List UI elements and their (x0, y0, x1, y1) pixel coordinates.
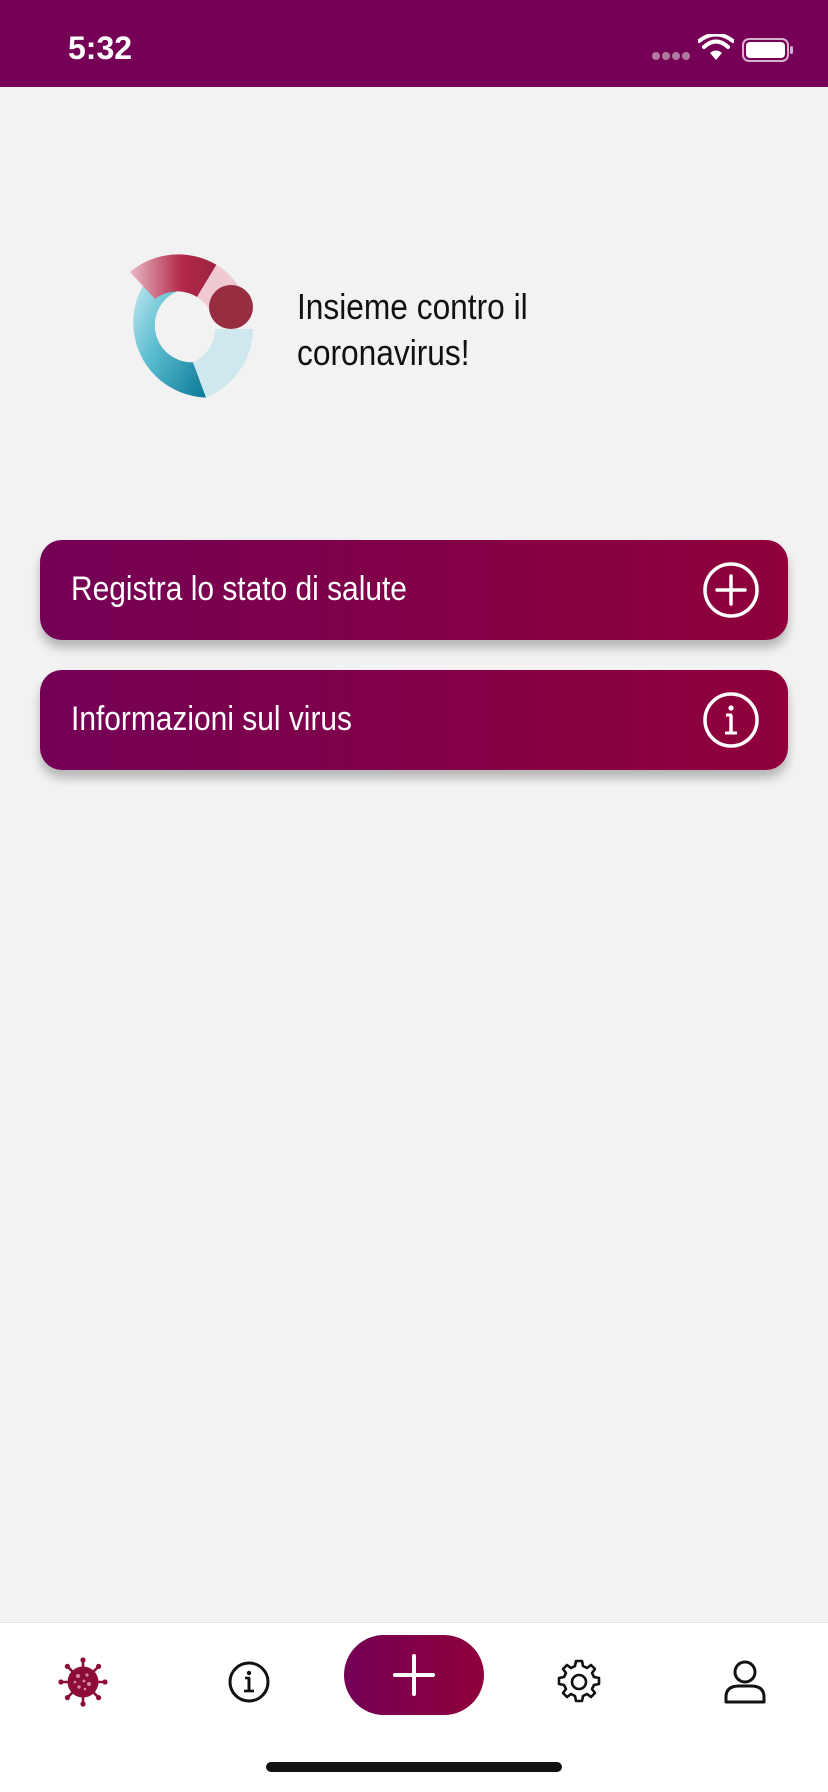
virus-icon (58, 1657, 108, 1707)
gear-icon (557, 1659, 601, 1703)
tab-profile[interactable] (720, 1657, 770, 1707)
hero-title: Insieme contro il coronavirus! (297, 286, 528, 373)
cellular-signal-icon (652, 52, 692, 62)
battery-icon (742, 38, 793, 62)
register-health-button[interactable]: Registra lo stato di salute (40, 540, 788, 640)
virus-info-button[interactable]: Informazioni sul virus (40, 670, 788, 770)
virus-info-label: Informazioni sul virus (71, 700, 353, 738)
tab-home[interactable] (58, 1657, 108, 1707)
tab-settings[interactable] (554, 1657, 604, 1707)
tab-info[interactable] (224, 1657, 274, 1707)
ring-logo-icon (130, 254, 253, 398)
info-circle-icon (703, 692, 759, 748)
register-health-label: Registra lo stato di salute (71, 570, 407, 608)
wifi-icon (698, 34, 734, 60)
plus-circle-icon (703, 562, 759, 618)
user-icon (724, 1660, 766, 1704)
status-bar: 5:32 (0, 0, 828, 87)
home-indicator (266, 1762, 562, 1772)
info-icon (228, 1661, 270, 1703)
tab-add[interactable] (344, 1635, 484, 1715)
plus-icon (393, 1654, 435, 1696)
status-time: 5:32 (68, 30, 133, 66)
